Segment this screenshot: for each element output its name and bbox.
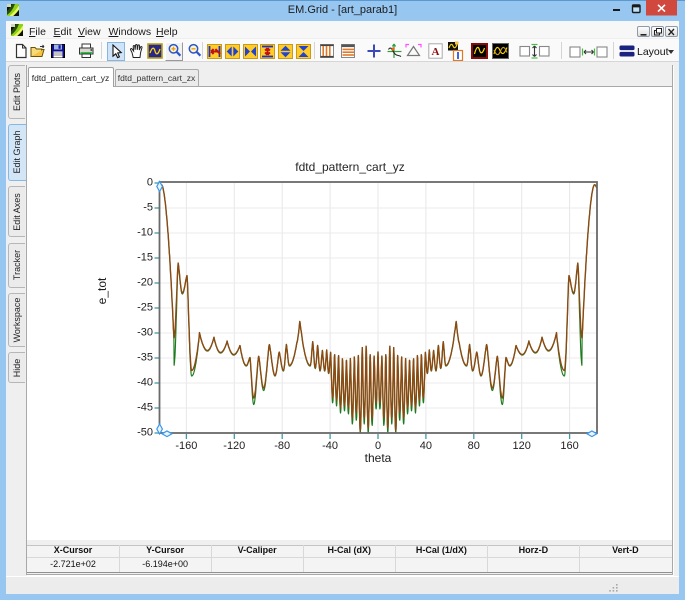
svg-text:40: 40 [420,440,432,452]
svg-text:-10: -10 [137,227,153,239]
svg-text:-40: -40 [137,377,153,389]
svg-text:-15: -15 [137,252,153,264]
svg-text:theta: theta [365,451,392,465]
svg-text:-45: -45 [137,402,153,414]
svg-text:-50: -50 [137,427,153,439]
svg-text:-160: -160 [175,440,197,452]
svg-text:160: 160 [560,440,578,452]
svg-text:-120: -120 [223,440,245,452]
svg-text:-80: -80 [274,440,290,452]
svg-text:120: 120 [513,440,531,452]
svg-text:80: 80 [468,440,480,452]
svg-text:-20: -20 [137,277,153,289]
svg-text:-35: -35 [137,352,153,364]
svg-text:-30: -30 [137,327,153,339]
svg-text:e_tot: e_tot [95,277,109,304]
svg-text:-40: -40 [322,440,338,452]
svg-text:fdtd_pattern_cart_yz: fdtd_pattern_cart_yz [295,160,404,174]
svg-text:-25: -25 [137,302,153,314]
svg-text:-5: -5 [143,202,153,214]
svg-text:0: 0 [147,177,153,189]
